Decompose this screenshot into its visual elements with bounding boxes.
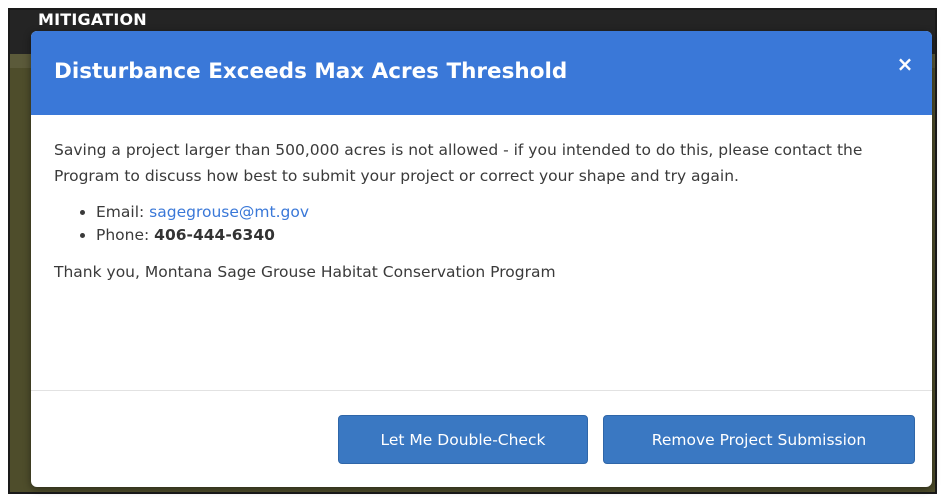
contact-list: Email: sagegrouse@mt.gov Phone: 406-444-…: [54, 201, 909, 247]
double-check-button[interactable]: Let Me Double-Check: [338, 415, 588, 464]
contact-email-item: Email: sagegrouse@mt.gov: [80, 201, 909, 224]
contact-phone-item: Phone: 406-444-6340: [80, 224, 909, 247]
phone-value: 406-444-6340: [154, 226, 275, 244]
threshold-dialog: Disturbance Exceeds Max Acres Threshold …: [31, 31, 932, 487]
phone-label: Phone:: [96, 226, 155, 244]
background-panel-title: MITIGATION: [38, 10, 147, 29]
dialog-title: Disturbance Exceeds Max Acres Threshold: [54, 59, 568, 84]
dialog-header: Disturbance Exceeds Max Acres Threshold …: [31, 31, 932, 115]
dialog-closing: Thank you, Montana Sage Grouse Habitat C…: [54, 263, 556, 281]
footer-divider: [31, 390, 932, 391]
email-link[interactable]: sagegrouse@mt.gov: [149, 203, 309, 221]
dialog-message: Saving a project larger than 500,000 acr…: [54, 141, 863, 185]
close-icon[interactable]: ×: [896, 54, 914, 74]
email-label: Email:: [96, 203, 150, 221]
remove-project-button[interactable]: Remove Project Submission: [603, 415, 915, 464]
dialog-body: Saving a project larger than 500,000 acr…: [31, 115, 932, 285]
